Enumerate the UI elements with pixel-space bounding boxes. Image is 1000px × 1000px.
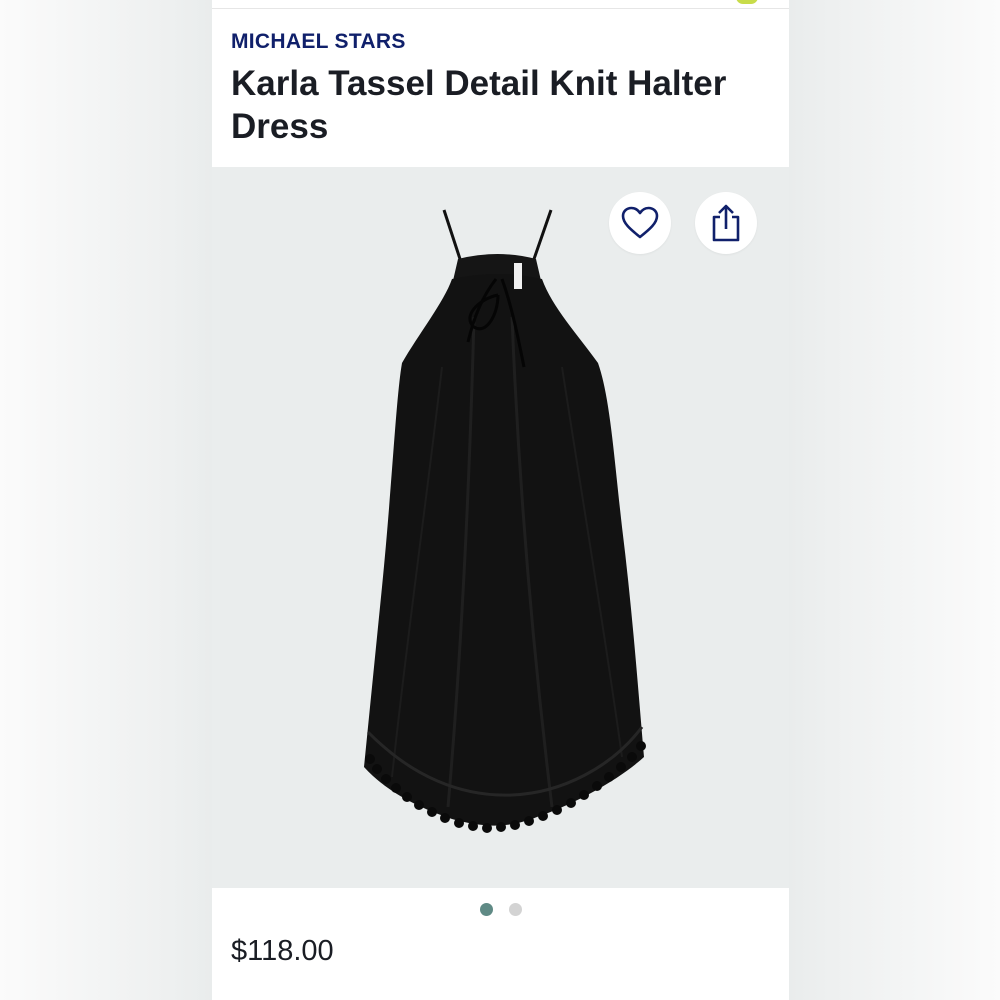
product-title: Karla Tassel Detail Knit Halter Dress — [231, 64, 727, 146]
heart-icon — [621, 206, 659, 239]
product-price: $118.00 — [231, 935, 334, 967]
product-screen: MICHAEL STARS Karla Tassel Detail Knit H… — [212, 0, 789, 1000]
carousel-dot-1[interactable] — [479, 903, 493, 916]
share-button[interactable] — [695, 192, 757, 254]
carousel-indicator — [212, 903, 789, 916]
share-icon — [712, 204, 740, 242]
top-divider — [212, 8, 789, 9]
status-dot — [736, 0, 758, 4]
brand-name[interactable]: MICHAEL STARS — [231, 30, 406, 54]
favorite-button[interactable] — [609, 192, 671, 254]
product-image-carousel[interactable] — [212, 167, 789, 888]
product-image — [364, 209, 646, 833]
backdrop-left — [0, 0, 212, 1000]
backdrop-right — [789, 0, 1000, 1000]
carousel-dot-2[interactable] — [508, 903, 522, 916]
